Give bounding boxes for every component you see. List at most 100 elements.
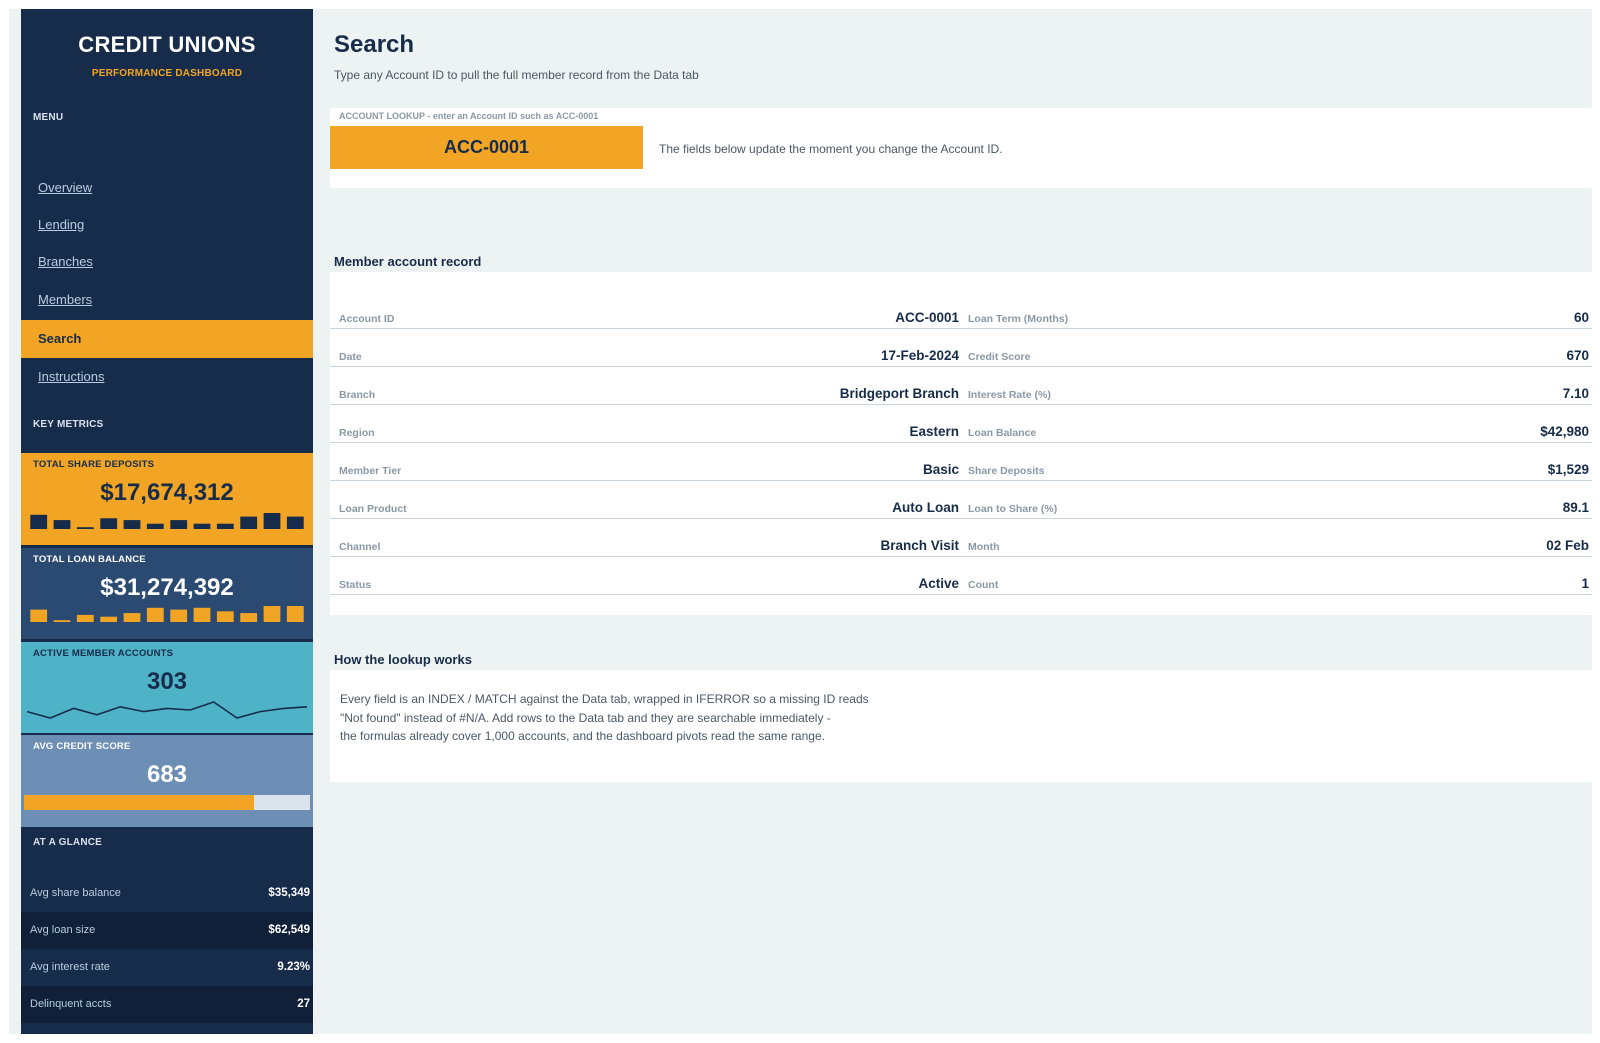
deposits-bar bbox=[193, 523, 211, 529]
glance-value: 27 bbox=[297, 998, 310, 1010]
record-value: $1,529 bbox=[1547, 462, 1589, 477]
nav-branches[interactable]: Branches bbox=[21, 243, 313, 281]
glance-value: $62,549 bbox=[268, 924, 310, 936]
record-value: 89.1 bbox=[1562, 500, 1589, 515]
account-id-input[interactable] bbox=[330, 126, 643, 169]
deposits-bar bbox=[76, 527, 94, 529]
record-value: Basic bbox=[922, 462, 959, 477]
record-value: Bridgeport Branch bbox=[839, 386, 959, 401]
record-row-credit-score: Credit Score 670 bbox=[959, 329, 1592, 367]
record-row-member-tier: Member Tier Basic bbox=[330, 443, 959, 481]
kpi-total-loan-balance: TOTAL LOAN BALANCE $31,274,392 bbox=[21, 548, 313, 639]
glance-label: Avg share balance bbox=[30, 887, 121, 899]
record-row-loan-term: Loan Term (Months) 60 bbox=[959, 291, 1592, 329]
record-row-channel: Channel Branch Visit bbox=[330, 519, 959, 557]
howto-text: Every field is an INDEX / MATCH against … bbox=[340, 690, 900, 746]
deposits-bar bbox=[123, 520, 141, 529]
page-subtitle: Type any Account ID to pull the full mem… bbox=[334, 68, 699, 82]
nav-overview[interactable]: Overview bbox=[21, 169, 313, 207]
glance-label: Avg loan size bbox=[30, 924, 96, 936]
record-value: Active bbox=[918, 576, 959, 591]
page-title: Search bbox=[334, 31, 415, 58]
record-row-date: Date 17-Feb-2024 bbox=[330, 329, 959, 367]
record-value: ACC-0001 bbox=[895, 310, 959, 325]
key-metrics-label: KEY METRICS bbox=[33, 419, 104, 430]
member-record-card: Account ID ACC-0001 Date 17-Feb-2024 Bra… bbox=[330, 272, 1592, 615]
loans-bar bbox=[170, 609, 188, 622]
kpi-value: $17,674,312 bbox=[100, 479, 234, 506]
loans-sparkbar bbox=[30, 606, 304, 622]
record-row-branch: Branch Bridgeport Branch bbox=[330, 367, 959, 405]
main-content: Search Type any Account ID to pull the f… bbox=[313, 9, 1592, 1034]
glance-value: 9.23% bbox=[277, 961, 310, 973]
member-record-heading: Member account record bbox=[334, 254, 482, 269]
kpi-value: 303 bbox=[146, 668, 188, 695]
nav-members[interactable]: Members bbox=[21, 281, 313, 319]
deposits-bar bbox=[170, 520, 188, 529]
record-label: Credit Score bbox=[968, 351, 1031, 363]
credit-score-progress-fill bbox=[24, 795, 255, 810]
loans-bar bbox=[100, 616, 118, 622]
record-value: Auto Loan bbox=[892, 500, 959, 515]
loans-bar bbox=[193, 607, 211, 622]
brand-title: CREDIT UNIONS bbox=[78, 32, 256, 57]
loans-bar bbox=[286, 606, 304, 622]
record-row-region: Region Eastern bbox=[330, 405, 959, 443]
howto-heading: How the lookup works bbox=[334, 652, 472, 667]
glance-value: $35,349 bbox=[268, 887, 310, 899]
kpi-label: AVG CREDIT SCORE bbox=[33, 741, 131, 752]
kpi-label: TOTAL SHARE DEPOSITS bbox=[33, 459, 155, 470]
record-label: Member Tier bbox=[339, 465, 402, 477]
glance-label: Delinquent accts bbox=[30, 998, 112, 1010]
at-a-glance-label: AT A GLANCE bbox=[33, 837, 103, 848]
record-label: Share Deposits bbox=[968, 465, 1045, 477]
menu-label: MENU bbox=[33, 112, 64, 123]
loans-bar bbox=[123, 613, 141, 622]
record-label: Loan to Share (%) bbox=[968, 503, 1058, 515]
record-value: 02 Feb bbox=[1546, 538, 1589, 553]
deposits-bar bbox=[240, 516, 258, 529]
members-sparkline bbox=[27, 701, 307, 719]
kpi-label: ACTIVE MEMBER ACCOUNTS bbox=[33, 648, 174, 659]
deposits-bar bbox=[263, 513, 281, 529]
record-value: 7.10 bbox=[1562, 386, 1589, 401]
record-value: 60 bbox=[1573, 310, 1589, 325]
record-row-loan-product: Loan Product Auto Loan bbox=[330, 481, 959, 519]
record-label: Branch bbox=[339, 389, 376, 401]
record-row-status: Status Active bbox=[330, 557, 959, 595]
deposits-bar bbox=[286, 516, 304, 529]
record-label: Interest Rate (%) bbox=[968, 389, 1051, 401]
howto-line: "Not found" instead of #N/A. Add rows to… bbox=[340, 710, 831, 725]
nav-lending[interactable]: Lending bbox=[21, 206, 313, 244]
record-label: Region bbox=[339, 427, 375, 439]
record-row-share-deposits: Share Deposits $1,529 bbox=[959, 443, 1592, 481]
glance-row-interest-rate: Avg interest rate 9.23% bbox=[21, 949, 313, 986]
glance-row-delinquent: Delinquent accts 27 bbox=[21, 986, 313, 1023]
nav-search[interactable]: Search bbox=[21, 320, 313, 358]
howto-line: the formulas already cover 1,000 account… bbox=[340, 729, 825, 743]
deposits-bar bbox=[53, 520, 71, 529]
record-value: 1 bbox=[1581, 576, 1589, 591]
deposits-bar bbox=[216, 523, 234, 529]
glance-row-loan-size: Avg loan size $62,549 bbox=[21, 912, 313, 949]
loans-bar bbox=[53, 620, 71, 622]
account-lookup-card: ACCOUNT LOOKUP - enter an Account ID suc… bbox=[330, 108, 1592, 188]
lookup-note: The fields below update the moment you c… bbox=[659, 142, 1003, 156]
account-lookup-label: ACCOUNT LOOKUP - enter an Account ID suc… bbox=[339, 111, 599, 121]
glance-label: Avg interest rate bbox=[30, 961, 110, 973]
record-label: Count bbox=[968, 579, 999, 591]
kpi-avg-credit-score: AVG CREDIT SCORE 683 bbox=[21, 735, 313, 827]
record-value: Branch Visit bbox=[880, 538, 959, 553]
glance-row-share-balance: Avg share balance $35,349 bbox=[21, 875, 313, 912]
record-row-loan-balance: Loan Balance $42,980 bbox=[959, 405, 1592, 443]
record-label: Account ID bbox=[339, 313, 395, 325]
loans-bar bbox=[76, 614, 94, 622]
nav-instructions[interactable]: Instructions bbox=[21, 358, 313, 396]
howto-line: Every field is an INDEX / MATCH against … bbox=[340, 692, 869, 706]
deposits-bar bbox=[100, 518, 118, 529]
kpi-total-share-deposits: TOTAL SHARE DEPOSITS $17,674,312 bbox=[21, 453, 313, 545]
record-label: Channel bbox=[339, 541, 381, 553]
deposits-bar bbox=[146, 523, 164, 529]
record-value: 17-Feb-2024 bbox=[880, 348, 959, 363]
members-trend-line bbox=[27, 701, 307, 719]
